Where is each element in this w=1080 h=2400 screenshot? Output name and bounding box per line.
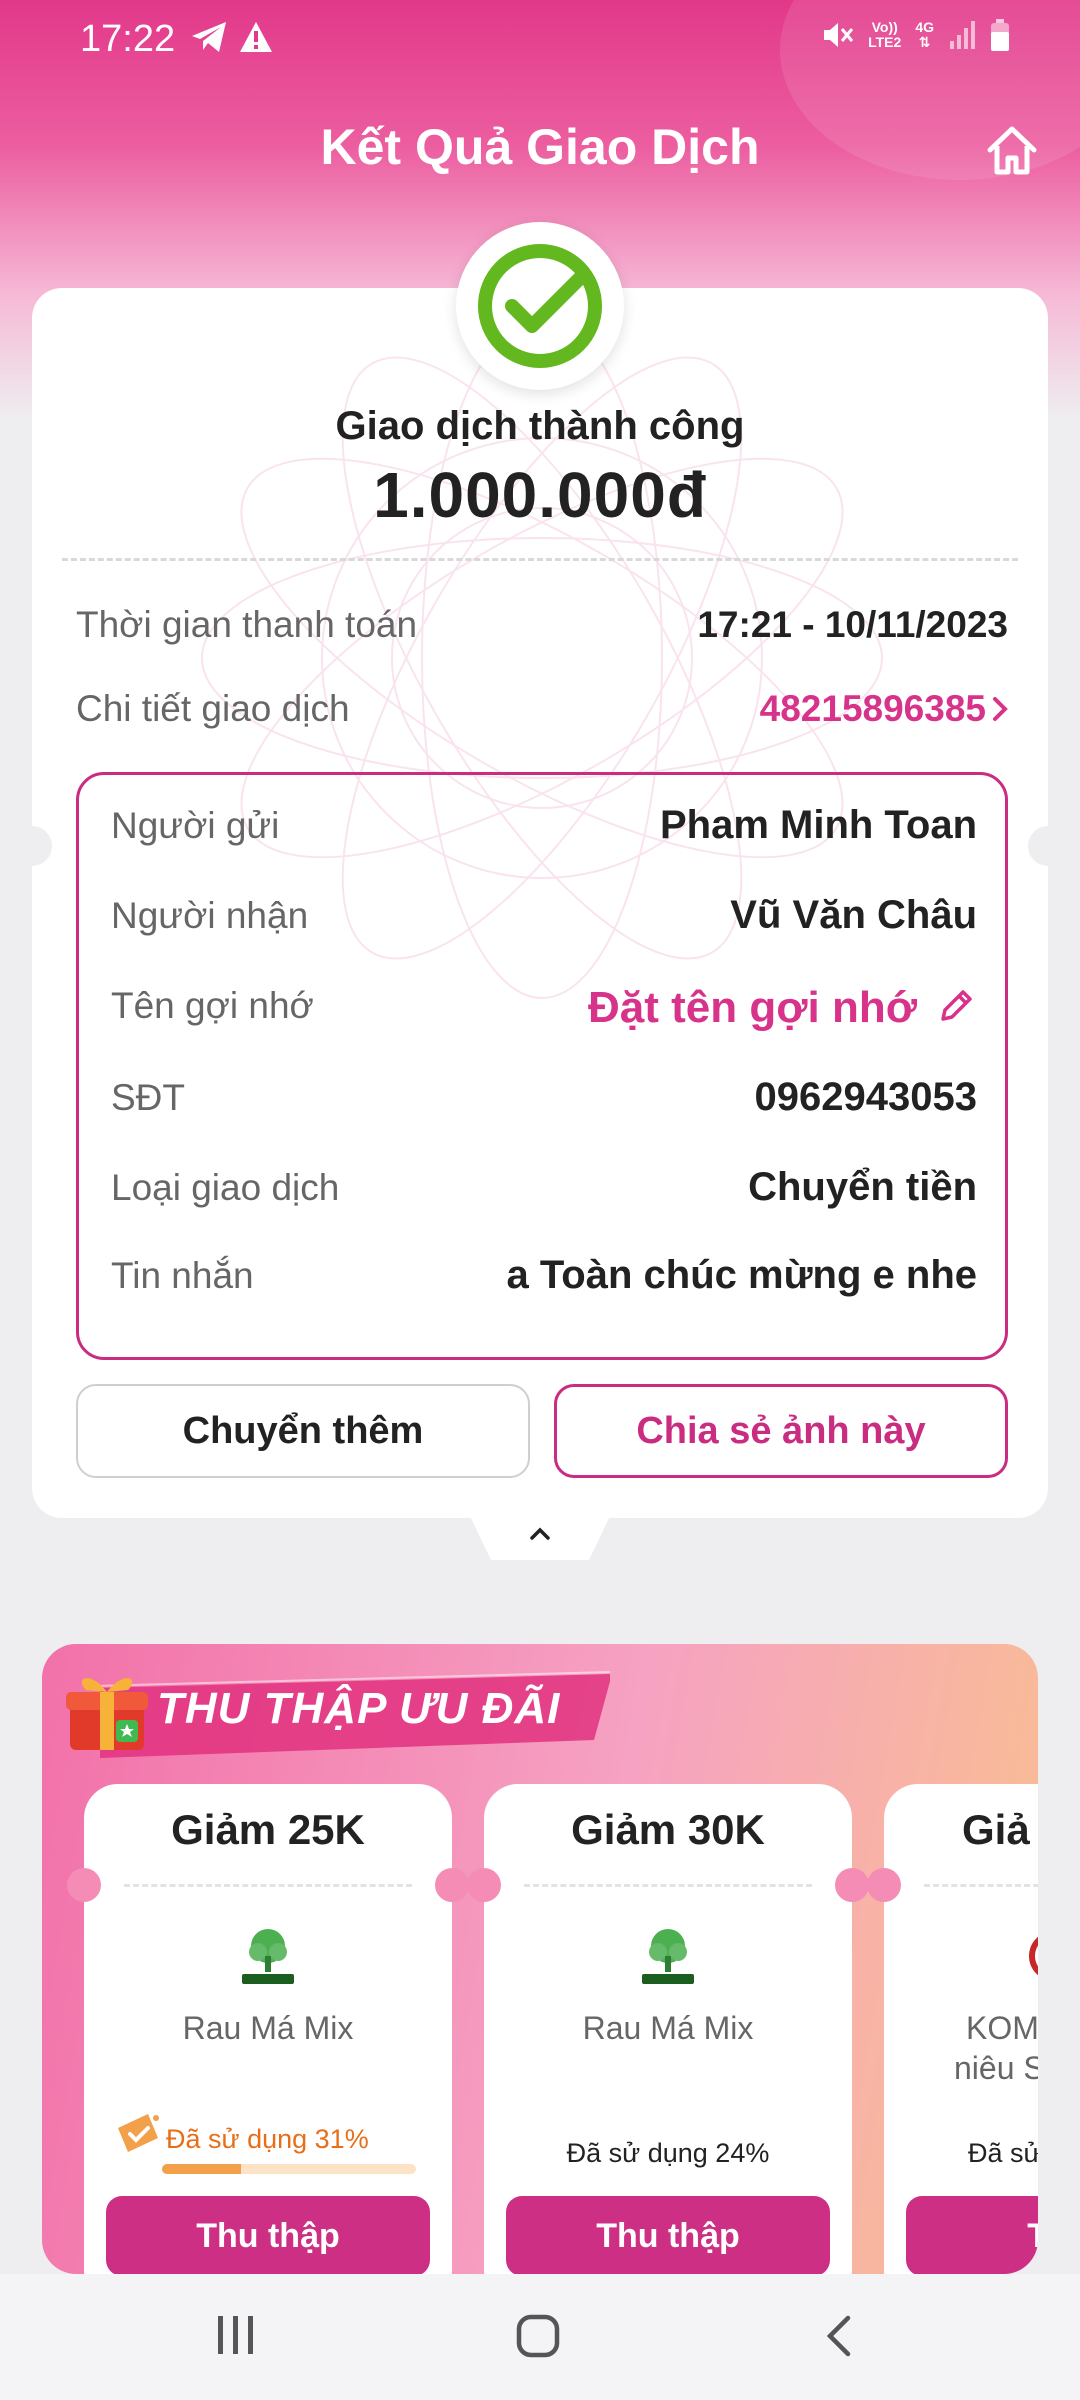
transaction-type-label: Loại giao dịch <box>111 1167 340 1208</box>
merchant-name: KOM <box>966 2010 1038 2046</box>
coupon-title: Giả <box>962 1806 1030 1853</box>
collect-button[interactable]: Th <box>906 2196 1038 2274</box>
chevron-right-icon[interactable] <box>992 696 1008 722</box>
transaction-status: Giao dịch thành công <box>335 404 745 448</box>
message-label: Tin nhắn <box>111 1255 254 1296</box>
sender-row: Người gửi Pham Minh Toan <box>111 803 977 847</box>
nickname-label: Tên gợi nhớ <box>111 985 314 1026</box>
system-nav-bar <box>0 2274 1080 2400</box>
transaction-amount: 1.000.000đ <box>373 459 707 531</box>
nickname-row[interactable]: Tên gợi nhớ Đặt tên gợi nhớ <box>111 983 977 1032</box>
rau-ma-mix-logo <box>642 1929 694 1984</box>
battery-icon <box>991 19 1009 51</box>
recipient-value: Vũ Văn Châu <box>730 893 977 937</box>
transfer-details-box: Người gửi Pham Minh Toan Người nhận Vũ V… <box>76 772 1008 1360</box>
coupon-card: Giảm 25K Rau Má Mix Đã sử dụng 31% Thu t… <box>67 1784 469 2274</box>
transaction-id[interactable]: 48215896385 <box>760 688 986 730</box>
payment-time-value: 17:21 - 10/11/2023 <box>697 604 1008 645</box>
status-time: 17:22 <box>80 18 176 60</box>
usage-text: Đã sử dụng 24% <box>566 2138 770 2168</box>
gift-icon <box>66 1678 148 1750</box>
coupon-divider <box>924 1884 1038 1887</box>
usage-progress-fill <box>162 2164 241 2174</box>
usage-text: Đã sử <box>968 2138 1038 2168</box>
recipient-label: Người nhận <box>111 895 309 936</box>
payment-time-label: Thời gian thanh toán <box>76 604 418 645</box>
promo-section: THU THẬP ƯU ĐÃI Giảm 25K Rau Má Mix Đã s… <box>42 1644 1038 2274</box>
coupon-ticket-icon <box>118 2114 159 2152</box>
collapse-tab[interactable] <box>470 1516 610 1560</box>
usage-progress-bar <box>162 2164 416 2174</box>
merchant-name: Rau Má Mix <box>582 2010 754 2046</box>
promo-title: THU THẬP ƯU ĐÃI <box>157 1684 561 1733</box>
coupon-title: Giảm 25K <box>171 1806 365 1853</box>
4g-icon: 4G ⇅ <box>915 19 934 50</box>
chevron-up-icon[interactable] <box>526 1524 554 1544</box>
merchant-name-line2: niêu S <box>954 2050 1038 2086</box>
transaction-type-value: Chuyển tiền <box>748 1165 977 1209</box>
coupon-notch <box>467 1868 501 1902</box>
page-title: Kết Quả Giao Dịch <box>320 119 760 175</box>
warning-icon <box>240 22 272 52</box>
coupon-title: Giảm 30K <box>571 1806 765 1853</box>
sender-value: Pham Minh Toan <box>659 803 977 847</box>
telegram-icon <box>192 22 226 52</box>
coupon-card: Giảm 30K Rau Má Mix Đã sử dụng 24% Thu t… <box>467 1784 869 2274</box>
message-value: a Toàn chúc mừng e nhe <box>506 1253 977 1297</box>
rau-ma-mix-logo <box>242 1929 294 1984</box>
mute-icon <box>824 23 854 47</box>
status-bar: 17:22 Vo)) LTE2 4G ⇅ <box>0 0 1080 80</box>
transaction-detail-row[interactable]: Chi tiết giao dịch 48215896385 <box>76 688 1008 730</box>
transfer-more-button[interactable]: Chuyển thêm <box>76 1384 530 1478</box>
transaction-detail-label: Chi tiết giao dịch <box>76 688 350 729</box>
recipient-row: Người nhận Vũ Văn Châu <box>111 893 977 937</box>
payment-time-row: Thời gian thanh toán 17:21 - 10/11/2023 <box>76 604 1008 646</box>
set-nickname-link[interactable]: Đặt tên gợi nhớ <box>588 983 917 1033</box>
coupon-divider <box>124 1884 412 1887</box>
sender-label: Người gửi <box>111 805 280 846</box>
coupon-notch <box>835 1868 869 1902</box>
success-badge <box>456 222 624 390</box>
coupon-divider <box>524 1884 812 1887</box>
success-check-icon <box>478 244 602 368</box>
phone-row: SĐT 0962943053 <box>111 1075 977 1119</box>
coupon-notch <box>67 1868 101 1902</box>
receipt-divider <box>62 558 1018 561</box>
merchant-logo <box>1029 1936 1038 1976</box>
status-icons: Vo)) LTE2 4G ⇅ <box>820 18 1010 52</box>
phone-label: SĐT <box>111 1077 185 1118</box>
ticket-notch-left <box>32 826 52 866</box>
coupon-card: Giả KOM niêu S Đã sử Th <box>867 1784 1038 2274</box>
collect-button[interactable]: Thu thập <box>506 2196 830 2274</box>
home-icon[interactable] <box>982 120 1042 180</box>
merchant-name: Rau Má Mix <box>182 2010 354 2046</box>
message-row: Tin nhắn a Toàn chúc mừng e nhe <box>111 1253 977 1297</box>
phone-value: 0962943053 <box>754 1075 977 1119</box>
collect-button[interactable]: Thu thập <box>106 2196 430 2274</box>
coupon-notch <box>867 1868 901 1902</box>
share-image-button[interactable]: Chia sẻ ảnh này <box>554 1384 1008 1478</box>
back-icon[interactable] <box>822 2312 856 2360</box>
coupon-notch <box>435 1868 469 1902</box>
pencil-icon[interactable] <box>935 985 977 1027</box>
home-nav-icon[interactable] <box>514 2312 562 2360</box>
usage-text: Đã sử dụng 31% <box>166 2124 369 2154</box>
ticket-notch-right <box>1028 826 1048 866</box>
transaction-type-row: Loại giao dịch Chuyển tiền <box>111 1165 977 1209</box>
signal-icon <box>950 21 975 49</box>
volte-icon: Vo)) LTE2 <box>868 19 902 50</box>
recent-apps-icon[interactable] <box>214 2312 258 2358</box>
